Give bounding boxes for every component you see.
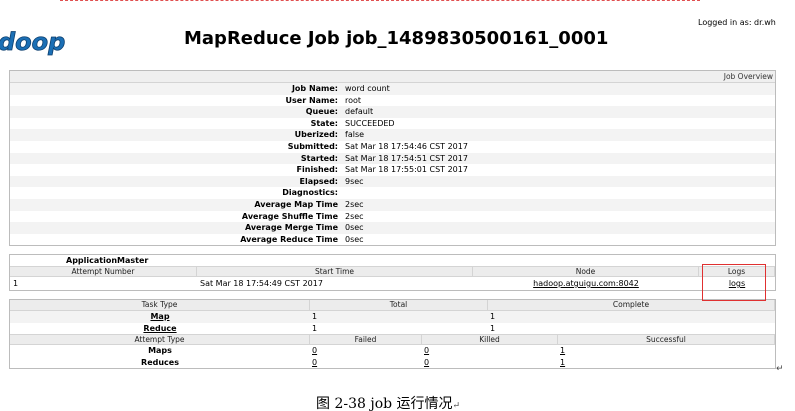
col-failed[interactable]: Failed: [310, 335, 422, 344]
task-complete: 1: [490, 312, 496, 321]
overview-value: 2sec: [345, 211, 364, 221]
overview-label: User Name:: [285, 95, 338, 105]
job-overview-panel: Job Overview Job Name: word count User Nam…: [9, 70, 776, 247]
col-successful[interactable]: Successful: [558, 335, 775, 344]
overview-label: Queue:: [305, 107, 338, 117]
overview-row: Elapsed: 9sec: [10, 175, 775, 188]
overview-label: Average Merge Time: [244, 223, 338, 233]
attempt-summary-table: Maps 0 0 1 Reduces 0 0 1: [10, 345, 775, 368]
overview-row: Diagnostics:: [10, 187, 775, 199]
attempt-failed-link[interactable]: 0: [312, 358, 317, 367]
top-dashed-rule: [60, 0, 700, 1]
overview-row: Job Name: word count: [10, 83, 775, 95]
overview-label: Uberized:: [294, 130, 338, 140]
logs-highlight-box: [702, 264, 766, 301]
overview-value: Sat Mar 18 17:54:46 CST 2017: [345, 141, 468, 151]
table-row: Reduces 0 0 1: [10, 357, 775, 369]
overview-row: Average Merge Time 0sec: [10, 222, 775, 234]
overview-row: Average Reduce Time 0sec: [10, 234, 775, 246]
col-attempt-number[interactable]: Attempt Number: [10, 267, 197, 276]
attempt-summary-header: Attempt Type Failed Killed Successful: [10, 334, 775, 345]
attempt-failed-link[interactable]: 0: [312, 346, 317, 355]
col-complete[interactable]: Complete: [488, 300, 775, 310]
col-start-time[interactable]: Start Time: [197, 267, 473, 276]
attempt-successful-link[interactable]: 1: [560, 346, 565, 355]
overview-label: Finished:: [296, 165, 338, 175]
overview-row: User Name: root: [10, 95, 775, 107]
node-link[interactable]: hadoop.atguigu.com:8042: [533, 279, 639, 288]
overview-label: Elapsed:: [299, 176, 338, 186]
task-type-link[interactable]: Reduce: [143, 324, 176, 333]
login-status: Logged in as: dr.who: [698, 18, 781, 27]
overview-row: Started: Sat Mar 18 17:54:51 CST 2017: [10, 152, 775, 165]
overview-row: State: SUCCEEDED: [10, 118, 775, 130]
overview-row: Average Shuffle Time 2sec: [10, 211, 775, 223]
application-master-title: ApplicationMaster: [66, 256, 149, 265]
svg-text:doop: doop: [0, 28, 65, 56]
overview-label: State:: [310, 118, 338, 128]
overview-row: Queue: default: [10, 106, 775, 118]
page-title: MapReduce Job job_1489830500161_0001: [184, 28, 609, 49]
overview-value: SUCCEEDED: [345, 118, 395, 128]
overview-value: word count: [345, 84, 390, 93]
overview-value: 2sec: [345, 199, 364, 209]
task-complete: 1: [490, 323, 496, 333]
attempt-start-time: Sat Mar 18 17:54:49 CST 2017: [200, 279, 323, 288]
overview-row: Submitted: Sat Mar 18 17:54:46 CST 2017: [10, 141, 775, 153]
table-row: Maps 0 0 1: [10, 345, 775, 357]
attempt-killed-link[interactable]: 0: [424, 358, 429, 367]
attempt-type: Maps: [148, 346, 172, 355]
task-total: 1: [312, 323, 318, 333]
overview-value: Sat Mar 18 17:54:51 CST 2017: [345, 153, 468, 163]
overview-value: 9sec: [345, 176, 364, 186]
task-summary-table: Map 1 1 Reduce 1 1: [10, 311, 775, 334]
overview-value: 0sec: [345, 234, 364, 244]
overview-value: default: [345, 107, 374, 117]
overview-value: Sat Mar 18 17:55:01 CST 2017: [345, 165, 468, 175]
hadoop-logo: doop: [0, 28, 68, 56]
attempt-killed-link[interactable]: 0: [424, 346, 429, 355]
application-master-panel: ApplicationMaster Attempt Number Start T…: [9, 254, 776, 291]
col-attempt-type[interactable]: Attempt Type: [10, 335, 310, 344]
job-overview-table: Job Name: word count User Name: root Queue: d…: [10, 83, 775, 245]
table-row: 1 Sat Mar 18 17:54:49 CST 2017 hadoop.at…: [10, 277, 775, 290]
overview-value: 0sec: [345, 223, 364, 233]
overview-row: Average Map Time 2sec: [10, 198, 775, 211]
attempt-type: Reduces: [141, 357, 179, 367]
overview-label: Average Shuffle Time: [241, 211, 338, 221]
overview-value: [344, 187, 775, 199]
overview-label: Submitted:: [287, 141, 338, 151]
col-task-type[interactable]: Task Type: [10, 300, 310, 310]
overview-label: Job Name:: [291, 84, 338, 93]
page-clip-edge: [776, 0, 795, 380]
caption-paragraph-mark: ↵: [452, 401, 461, 411]
job-overview-header[interactable]: Job Overview: [10, 71, 775, 83]
overview-value: false: [345, 130, 365, 140]
col-total[interactable]: Total: [310, 300, 488, 310]
task-summary-panel: Task Type Total Complete Map 1 1 Reduce 1 1 A…: [9, 299, 776, 369]
overview-value: root: [345, 95, 362, 105]
overview-row: Finished: Sat Mar 18 17:55:01 CST 2017: [10, 164, 775, 176]
attempt-successful-link[interactable]: 1: [560, 358, 565, 367]
task-type-link[interactable]: Map: [150, 312, 169, 321]
col-node[interactable]: Node: [473, 267, 699, 276]
overview-label: Average Map Time: [254, 199, 338, 209]
overview-label: Average Reduce Time: [240, 234, 338, 244]
overview-label: Diagnostics:: [282, 188, 338, 198]
figure-caption-text: 图 2-38 job 运行情况: [316, 396, 453, 411]
overview-row: Uberized: false: [10, 129, 775, 141]
figure-caption: 图 2-38 job 运行情况↵: [316, 393, 460, 411]
overview-label: Started:: [300, 153, 338, 163]
application-master-header: Attempt Number Start Time Node Logs: [10, 266, 775, 277]
paragraph-mark: ↵: [776, 364, 784, 374]
table-row: Map 1 1: [10, 311, 775, 323]
task-summary-header: Task Type Total Complete: [10, 300, 775, 311]
table-row: Reduce 1 1: [10, 323, 775, 335]
col-killed[interactable]: Killed: [422, 335, 558, 344]
attempt-number: 1: [13, 279, 19, 288]
task-total: 1: [312, 312, 318, 321]
